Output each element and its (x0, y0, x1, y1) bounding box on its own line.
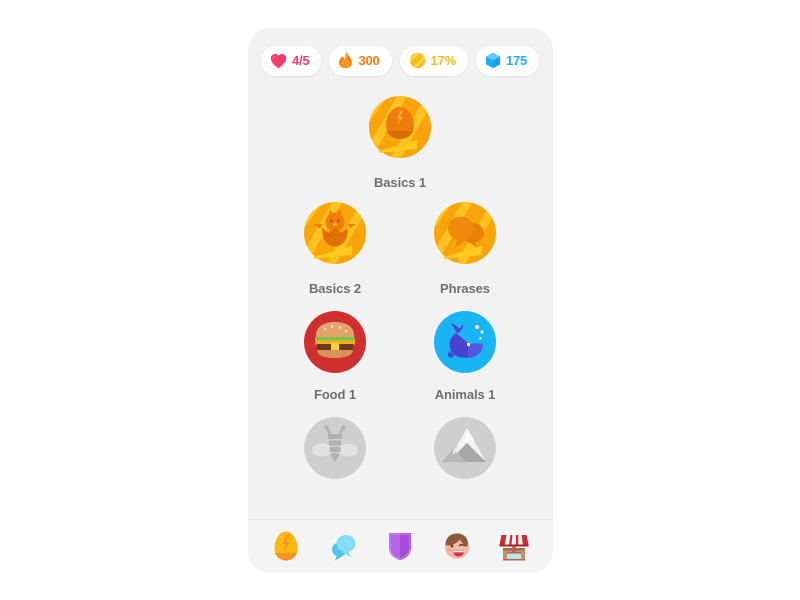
screen: 4/5 300 17% 175 Basics 1 Basics 2 Phrase… (0, 0, 800, 600)
skill-icon-bee (298, 412, 372, 486)
skill-tree: Basics 1 Basics 2 Phrases Food 1 Animals… (247, 86, 553, 519)
shop-nav-icon (498, 531, 530, 561)
skill-label: Animals 1 (434, 386, 496, 402)
skill-row-1: Basics 1 (248, 94, 553, 190)
heart-icon (270, 53, 287, 69)
skill-icon-speech-bubbles (428, 200, 502, 274)
skill-label: Basics 1 (374, 174, 426, 190)
skill-locked-mountain[interactable] (416, 412, 514, 486)
stat-pill-hearts[interactable]: 4/5 (260, 45, 322, 76)
stat-value-progress: 17% (430, 53, 457, 68)
skill-icon-chick (298, 200, 372, 274)
skill-icon-whale (428, 306, 502, 380)
skill-label: Food 1 (313, 386, 356, 402)
crown-icon (409, 52, 426, 69)
phone-frame: 4/5 300 17% 175 Basics 1 Basics 2 Phrase… (247, 27, 553, 573)
skill-phrases[interactable]: Phrases (416, 200, 514, 296)
stat-value-gems: 175 (505, 53, 528, 68)
nav-shop[interactable] (495, 527, 533, 565)
skill-icon-egg (363, 94, 437, 168)
skill-basics-2[interactable]: Basics 2 (286, 200, 384, 296)
flame-icon (338, 52, 353, 69)
nav-learn[interactable] (267, 527, 305, 565)
stat-bar: 4/5 300 17% 175 (248, 28, 553, 86)
skill-label: Basics 2 (309, 280, 361, 296)
nav-profile[interactable] (438, 527, 476, 565)
nav-stories[interactable] (324, 527, 362, 565)
stat-value-streak: 300 (358, 53, 380, 68)
skill-row-4-locked (248, 412, 553, 486)
skill-icon-mountain (428, 412, 502, 486)
skill-locked-bee[interactable] (286, 412, 384, 486)
skill-row-3: Food 1 Animals 1 (248, 306, 553, 402)
skill-icon-burger (298, 306, 372, 380)
bubbles-nav-icon (328, 531, 358, 561)
skill-animals-1[interactable]: Animals 1 (416, 306, 514, 402)
stat-pill-gems[interactable]: 175 (475, 45, 540, 76)
tree-fade-overlay (247, 492, 553, 519)
stat-pill-streak[interactable]: 300 (329, 45, 392, 76)
shield-nav-icon (387, 531, 413, 561)
face-nav-icon (442, 531, 472, 561)
stat-pill-progress[interactable]: 17% (399, 45, 468, 76)
nav-leagues[interactable] (381, 527, 419, 565)
skill-row-2: Basics 2 Phrases (248, 200, 553, 296)
stat-value-hearts: 4/5 (291, 53, 310, 68)
skill-basics-1[interactable]: Basics 1 (351, 94, 449, 190)
bottom-nav (247, 518, 553, 573)
egg-nav-icon (272, 530, 300, 562)
skill-label: Phrases (440, 280, 490, 296)
skill-food-1[interactable]: Food 1 (286, 306, 384, 402)
gem-icon (485, 52, 501, 69)
